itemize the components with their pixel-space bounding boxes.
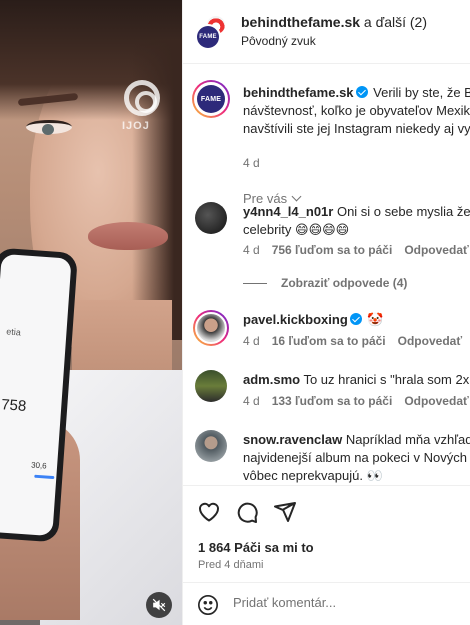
comment-line-3: vôbec neprekvapujú. 👀 [243, 468, 383, 483]
comment-avatar[interactable] [195, 430, 227, 462]
phone-small: 30,6 [30, 460, 47, 471]
comment-meta: 4 d 756 ľuďom sa to páči Odpovedať [243, 243, 469, 257]
post-header: FAME behindthefame.sk a ďalší (2) Pôvodn… [183, 0, 470, 64]
phone-label: etia [6, 326, 22, 338]
eye [26, 120, 72, 135]
verified-badge-icon [355, 86, 368, 98]
comment-meta: 4 d 16 ľuďom sa to páči Odpovedať [243, 334, 462, 348]
reply-button[interactable]: Odpovedať [404, 243, 468, 257]
chevron-down-icon [291, 191, 302, 202]
comment-line-1: Oni si o sebe myslia že [333, 204, 470, 219]
caption-username[interactable]: behindthefame.sk [243, 85, 354, 100]
fame-logo-icon: FAME [197, 85, 225, 113]
verified-badge-icon [349, 313, 362, 325]
lips [88, 222, 168, 250]
comment-avatar[interactable] [193, 310, 229, 346]
muted-speaker-icon [152, 598, 166, 612]
emoji-icon[interactable] [197, 594, 219, 616]
header-username[interactable]: behindthefame.sk [241, 14, 360, 30]
comment-time: 4 d [243, 243, 260, 257]
comment-line-1: Napríklad mňa vzhľade [342, 432, 470, 447]
audio-link[interactable]: Pôvodný zvuk [241, 34, 316, 48]
comment-line-1: 🤡 [363, 312, 384, 327]
caption-text: behindthefame.sk Verili by ste, že B náv… [243, 84, 470, 138]
phone-bar [34, 474, 55, 480]
caption-time: 4 d [243, 156, 260, 170]
comment-box [183, 582, 470, 625]
comment-time: 4 d [243, 394, 260, 408]
comment-text: adm.smo To uz hranici s "hrala som 2x [243, 371, 470, 389]
comment-input[interactable] [233, 595, 453, 610]
reply-button[interactable]: Odpovedať [398, 334, 462, 348]
reel-video[interactable]: IJOJ etia 758 30,6 [0, 0, 182, 625]
comment-line-2: celebrity 😄😄😄😄 [243, 222, 350, 237]
post-panel: FAME behindthefame.sk a ďalší (2) Pôvodn… [182, 0, 470, 625]
likes-count[interactable]: 1 864 Páči sa mi to [198, 540, 314, 555]
comment-text: y4nn4_l4_n01r Oni si o sebe myslia že ce… [243, 203, 470, 239]
author-avatar: FAME [195, 24, 221, 50]
comment-likes[interactable]: 133 ľuďom sa to páči [272, 394, 393, 408]
header-others[interactable]: a ďalší (2) [360, 14, 427, 30]
action-icons [197, 500, 297, 524]
reply-button[interactable]: Odpovedať [404, 394, 468, 408]
comment-line-2: najvidenejší album na pokeci v Nových [243, 450, 468, 465]
mute-button[interactable] [146, 592, 172, 618]
comment-username[interactable]: pavel.kickboxing [243, 312, 348, 327]
phone-screen: etia 758 30,6 [0, 253, 72, 537]
phone-value: 758 [0, 396, 27, 415]
comment-likes[interactable]: 16 ľuďom sa to páči [272, 334, 386, 348]
watermark-logo-icon [124, 80, 160, 116]
comment-meta: 4 d 133 ľuďom sa to páči Odpovedať [243, 394, 469, 408]
share-icon[interactable] [273, 500, 297, 524]
comment-text: snow.ravenclaw Napríklad mňa vzhľade naj… [243, 431, 470, 485]
comment-time: 4 d [243, 334, 260, 348]
comment-line-1: To uz hranici s "hrala som 2x [300, 372, 470, 387]
caption-line-1: Verili by ste, že B [369, 85, 470, 100]
caption-line-2: návštevnosť, koľko je obyvateľov Mexik [243, 103, 470, 118]
comment-username[interactable]: adm.smo [243, 372, 300, 387]
caption-avatar[interactable]: FAME [192, 80, 230, 118]
comment-text: pavel.kickboxing 🤡 [243, 311, 470, 329]
comment-avatar[interactable] [195, 202, 227, 234]
comment-username[interactable]: snow.ravenclaw [243, 432, 342, 447]
caption-line-3: navštívili ste jej Instagram niekedy aj … [243, 121, 470, 136]
heart-icon[interactable] [197, 500, 221, 524]
header-title[interactable]: behindthefame.sk a ďalší (2) [241, 14, 427, 30]
comment-username[interactable]: y4nn4_l4_n01r [243, 204, 333, 219]
post-date: Pred 4 dňami [198, 559, 264, 571]
comment-likes[interactable]: 756 ľuďom sa to páči [272, 243, 393, 257]
fame-logo-icon: FAME [197, 26, 219, 48]
comment-avatar[interactable] [195, 370, 227, 402]
comment-icon[interactable] [235, 500, 259, 524]
view-replies-button[interactable]: Zobraziť odpovede (4) [243, 276, 407, 290]
post-actions: 1 864 Páči sa mi to Pred 4 dňami [183, 485, 470, 625]
header-avatars[interactable]: FAME [195, 14, 229, 50]
watermark-text: IJOJ [122, 120, 150, 132]
